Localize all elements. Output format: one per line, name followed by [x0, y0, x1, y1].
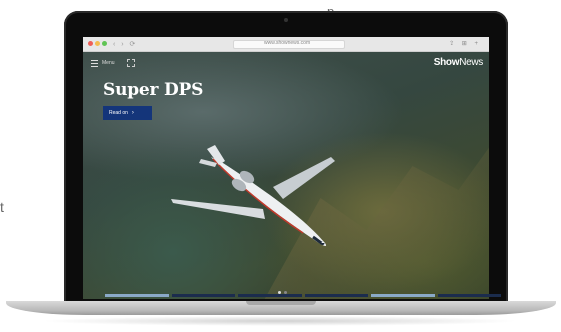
site-menu[interactable]: Menu — [91, 59, 135, 67]
site-logo[interactable]: ShowNews — [433, 57, 484, 68]
hamburger-icon[interactable] — [91, 59, 98, 67]
business-jet-image — [171, 145, 335, 246]
address-url: www.shownews.com — [264, 40, 311, 46]
thumbnail[interactable] — [171, 294, 235, 297]
camera-icon — [284, 18, 288, 22]
fullscreen-icon[interactable] — [126, 59, 135, 67]
thumbnail[interactable] — [304, 294, 368, 297]
logo-news: News — [459, 57, 483, 68]
laptop-notch — [246, 301, 316, 305]
browser-toolbar: ‹ › ⟳ www.shownews.com ⇪ ⊞ + — [83, 37, 489, 52]
minimize-window-button[interactable] — [95, 41, 100, 46]
laptop-base — [6, 301, 556, 315]
maximize-window-button[interactable] — [102, 41, 107, 46]
hero-headline: Super DPS — [103, 80, 204, 100]
close-window-button[interactable] — [88, 41, 93, 46]
menu-label[interactable]: Menu — [102, 60, 115, 66]
cropped-text-left: t — [0, 199, 4, 215]
read-on-button[interactable]: Read on › — [103, 106, 152, 120]
hero-section: Menu ShowNews Super DPS Read on › — [83, 52, 489, 299]
read-on-label: Read on — [109, 110, 128, 116]
thumbnail[interactable] — [437, 294, 501, 297]
laptop-screen: ‹ › ⟳ www.shownews.com ⇪ ⊞ + Menu ShowNe… — [83, 37, 489, 299]
laptop-shadow — [40, 316, 520, 326]
browser-nav-buttons[interactable]: ‹ › ⟳ — [113, 40, 137, 48]
thumbnail[interactable] — [238, 294, 302, 297]
address-bar[interactable]: www.shownews.com — [233, 40, 345, 49]
thumbnail[interactable] — [371, 294, 435, 297]
thumbnail[interactable] — [105, 294, 169, 297]
laptop-lid: ‹ › ⟳ www.shownews.com ⇪ ⊞ + Menu ShowNe… — [64, 11, 508, 304]
chevron-right-icon: › — [131, 110, 134, 116]
logo-show: Show — [433, 57, 460, 68]
browser-toolbar-icons[interactable]: ⇪ ⊞ + — [449, 40, 481, 47]
thumbnail-strip — [105, 294, 501, 297]
